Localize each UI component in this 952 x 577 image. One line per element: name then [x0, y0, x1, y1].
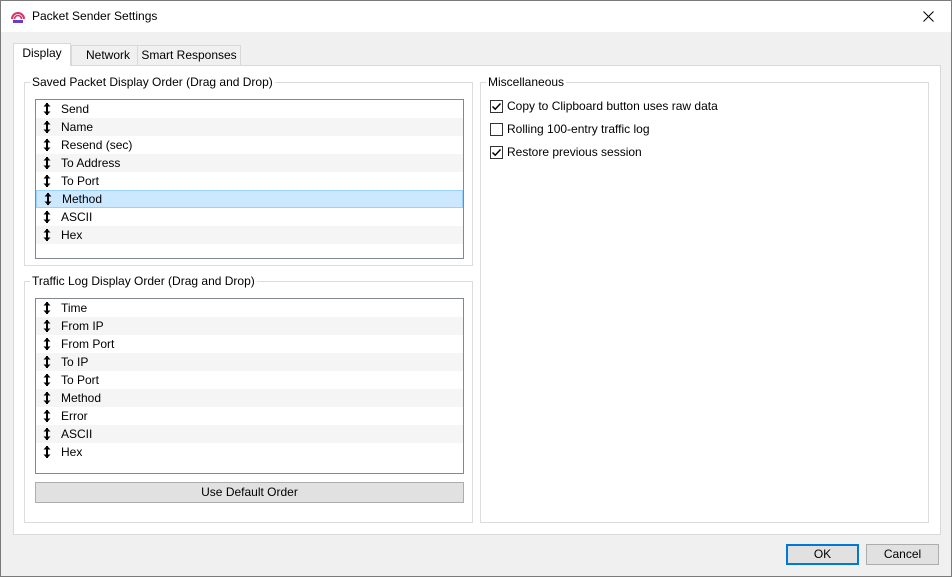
- window-title: Packet Sender Settings: [32, 9, 158, 23]
- checkbox[interactable]: [490, 146, 503, 159]
- drag-handle-icon: [43, 138, 51, 152]
- drag-handle-icon: [44, 192, 52, 206]
- use-default-order-button[interactable]: Use Default Order: [35, 482, 464, 503]
- checkmark-icon: [491, 148, 502, 157]
- list-item[interactable]: Name: [36, 118, 463, 136]
- list-item-label: Hex: [61, 445, 83, 459]
- checkbox[interactable]: [490, 100, 503, 113]
- list-item-label: Name: [61, 120, 94, 134]
- cancel-button[interactable]: Cancel: [866, 544, 939, 565]
- list-item[interactable]: Hex: [36, 443, 463, 461]
- miscellaneous-group-title: Miscellaneous: [486, 75, 567, 89]
- drag-handle-icon: [43, 445, 51, 459]
- option-label: Rolling 100-entry traffic log: [507, 122, 650, 136]
- list-item-label: Error: [61, 409, 88, 423]
- drag-handle-icon: [43, 409, 51, 423]
- list-item[interactable]: To Address: [36, 154, 463, 172]
- display-tab-panel: Saved Packet Display Order (Drag and Dro…: [13, 65, 941, 535]
- saved-packet-list[interactable]: Send Name Resend (sec) To Address To Port Met…: [35, 99, 464, 259]
- list-item[interactable]: To IP: [36, 353, 463, 371]
- list-item-label: Time: [61, 301, 88, 315]
- list-item-label: Send: [61, 102, 90, 116]
- list-item[interactable]: From Port: [36, 335, 463, 353]
- miscellaneous-group: Miscellaneous Copy to Clipboard button u…: [480, 75, 929, 523]
- close-button[interactable]: [905, 1, 951, 31]
- saved-packet-group-title: Saved Packet Display Order (Drag and Dro…: [30, 75, 275, 89]
- list-item-label: Method: [61, 391, 102, 405]
- app-icon: [11, 12, 25, 23]
- list-item[interactable]: Resend (sec): [36, 136, 463, 154]
- list-item[interactable]: From IP: [36, 317, 463, 335]
- title-bar: Packet Sender Settings: [1, 1, 951, 32]
- traffic-log-group-title: Traffic Log Display Order (Drag and Drop…: [30, 274, 257, 288]
- drag-handle-icon: [43, 228, 51, 242]
- drag-handle-icon: [43, 427, 51, 441]
- drag-handle-icon: [43, 156, 51, 170]
- list-item-label: Resend (sec): [61, 138, 133, 152]
- list-item[interactable]: ASCII: [36, 208, 463, 226]
- settings-dialog: Packet Sender Settings Display Network S…: [0, 0, 952, 577]
- drag-handle-icon: [43, 102, 51, 116]
- list-item-label: Hex: [61, 228, 83, 242]
- list-item-label: From Port: [61, 337, 115, 351]
- drag-handle-icon: [43, 210, 51, 224]
- option-label: Copy to Clipboard button uses raw data: [507, 99, 718, 113]
- list-item-label: To Port: [61, 373, 100, 387]
- list-item-label: ASCII: [61, 210, 93, 224]
- list-item-label: ASCII: [61, 427, 93, 441]
- tab-display[interactable]: Display: [13, 43, 71, 66]
- checkbox[interactable]: [490, 123, 503, 136]
- drag-handle-icon: [43, 319, 51, 333]
- list-item[interactable]: Method: [36, 389, 463, 407]
- list-item[interactable]: To Port: [36, 172, 463, 190]
- saved-packet-group: Saved Packet Display Order (Drag and Dro…: [24, 75, 473, 266]
- checkmark-icon: [491, 102, 502, 111]
- ok-button[interactable]: OK: [786, 544, 859, 565]
- list-item[interactable]: Method: [36, 190, 463, 208]
- drag-handle-icon: [43, 391, 51, 405]
- list-item[interactable]: To Port: [36, 371, 463, 389]
- drag-handle-icon: [43, 373, 51, 387]
- list-item[interactable]: Send: [36, 100, 463, 118]
- list-item-label: To IP: [61, 355, 89, 369]
- list-item[interactable]: Time: [36, 299, 463, 317]
- tab-network[interactable]: Network: [71, 45, 145, 65]
- drag-handle-icon: [43, 337, 51, 351]
- close-icon: [922, 10, 934, 22]
- tab-smart-responses[interactable]: Smart Responses: [137, 45, 241, 65]
- traffic-log-list[interactable]: Time From IP From Port To IP To Port Method Er…: [35, 298, 464, 474]
- list-item-label: From IP: [61, 319, 104, 333]
- list-item[interactable]: Error: [36, 407, 463, 425]
- option-label: Restore previous session: [507, 145, 642, 159]
- list-item-label: To Port: [61, 174, 100, 188]
- drag-handle-icon: [43, 355, 51, 369]
- list-item-label: Method: [62, 192, 103, 206]
- list-item[interactable]: Hex: [36, 226, 463, 244]
- drag-handle-icon: [43, 174, 51, 188]
- list-item[interactable]: ASCII: [36, 425, 463, 443]
- traffic-log-group: Traffic Log Display Order (Drag and Drop…: [24, 274, 473, 523]
- list-item-label: To Address: [61, 156, 121, 170]
- drag-handle-icon: [43, 301, 51, 315]
- drag-handle-icon: [43, 120, 51, 134]
